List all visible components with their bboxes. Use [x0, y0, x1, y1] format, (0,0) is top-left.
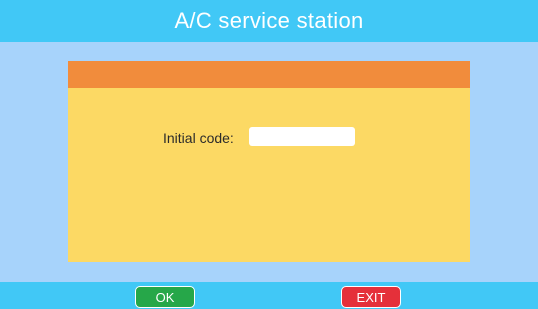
exit-button[interactable]: EXIT — [341, 286, 401, 308]
ok-button[interactable]: OK — [135, 286, 195, 308]
code-dialog: Initial code: — [68, 61, 470, 262]
bottom-bar: OK EXIT — [0, 282, 538, 309]
initial-code-label: Initial code: — [163, 130, 234, 146]
initial-code-input[interactable] — [249, 127, 355, 146]
screen: A/C service station Initial code: OK EXI… — [0, 0, 538, 309]
dialog-header — [68, 61, 470, 88]
title-bar: A/C service station — [0, 0, 538, 42]
page-title: A/C service station — [174, 8, 364, 33]
